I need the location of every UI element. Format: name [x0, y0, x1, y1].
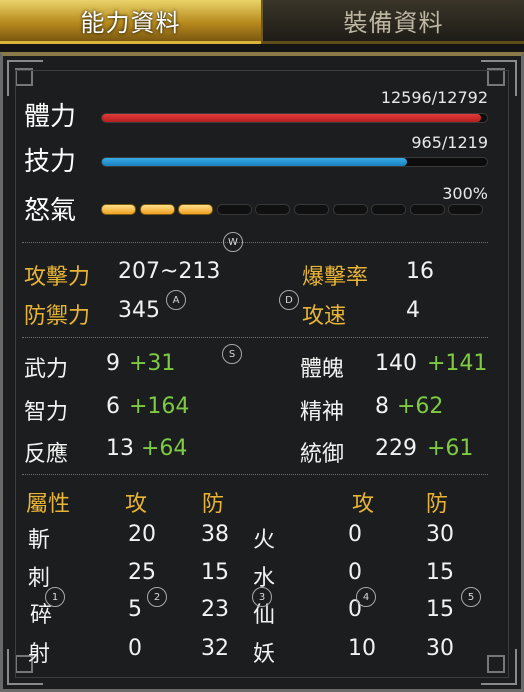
element-def: 30 — [426, 522, 454, 547]
attr-bonus: +62 — [397, 394, 444, 419]
sp-bar — [101, 157, 488, 167]
element-atk: 20 — [128, 522, 156, 547]
tab-equipment-info[interactable]: 裝備資料 — [261, 0, 524, 44]
rage-label: 怒氣 — [24, 196, 77, 226]
hotkey-w-badge[interactable]: W — [223, 232, 243, 252]
element-name: 刺 — [28, 566, 51, 591]
tab-bar: 能力資料 裝備資料 — [0, 0, 524, 48]
element-name: 射 — [28, 642, 51, 667]
element-name: 斬 — [28, 528, 51, 553]
element-def: 23 — [201, 597, 229, 622]
attack-value: 207~213 — [118, 259, 221, 284]
hp-bar-fill — [102, 114, 482, 122]
hotkey-s-badge[interactable]: S — [222, 344, 242, 364]
attack-label: 攻擊力 — [24, 265, 91, 290]
hp-label: 體力 — [24, 102, 77, 132]
rage-segment — [216, 204, 252, 215]
element-atk: 5 — [128, 597, 142, 622]
attr-base: 6 — [106, 394, 120, 419]
attr-base: 13 — [106, 436, 134, 461]
attr-label: 統御 — [300, 442, 345, 467]
rage-segment — [178, 204, 214, 215]
rage-segment — [448, 204, 484, 215]
element-def: 32 — [201, 636, 229, 661]
hotkey-3-badge[interactable]: 3 — [252, 587, 272, 607]
attr-bonus: +64 — [141, 436, 188, 461]
crit-value: 16 — [406, 259, 434, 284]
elements-header-title: 屬性 — [26, 492, 71, 517]
attr-base: 8 — [375, 394, 389, 419]
sp-bar-fill — [102, 158, 407, 166]
attr-bonus: +31 — [129, 351, 176, 376]
rage-segment — [409, 204, 445, 215]
hp-bar — [101, 113, 488, 123]
divider — [22, 474, 488, 475]
hotkey-4-badge[interactable]: 4 — [356, 587, 376, 607]
divider — [22, 337, 488, 338]
speed-label: 攻速 — [302, 304, 347, 329]
element-atk: 25 — [128, 560, 156, 585]
attr-label: 反應 — [24, 442, 69, 467]
attr-base: 9 — [106, 351, 120, 376]
element-def: 30 — [426, 636, 454, 661]
element-name: 妖 — [253, 642, 276, 667]
rage-segment — [332, 204, 368, 215]
elements-header-atk: 攻 — [125, 492, 148, 517]
rage-value: 300% — [442, 184, 488, 203]
element-def: 15 — [426, 597, 454, 622]
element-atk: 0 — [128, 636, 142, 661]
element-atk: 0 — [348, 560, 362, 585]
rage-segment — [139, 204, 175, 215]
element-name: 火 — [253, 528, 276, 553]
attr-label: 武力 — [24, 357, 69, 382]
rage-segment — [294, 204, 329, 215]
attr-base: 229 — [375, 436, 417, 461]
attr-base: 140 — [375, 351, 417, 376]
attr-label: 體魄 — [300, 357, 345, 382]
element-def: 38 — [201, 522, 229, 547]
attr-label: 精神 — [300, 400, 345, 425]
element-atk: 10 — [348, 636, 376, 661]
sp-value: 965/1219 — [411, 133, 488, 152]
attr-bonus: +61 — [427, 436, 474, 461]
speed-value: 4 — [406, 298, 420, 323]
elements-header-atk: 攻 — [352, 492, 375, 517]
defense-label: 防禦力 — [24, 304, 91, 329]
rage-segment — [255, 204, 291, 215]
hotkey-2-badge[interactable]: 2 — [147, 587, 167, 607]
element-atk: 0 — [348, 522, 362, 547]
element-def: 15 — [201, 560, 229, 585]
hotkey-a-badge[interactable]: A — [166, 290, 186, 310]
rage-segment — [371, 204, 407, 215]
crit-label: 爆擊率 — [302, 265, 369, 290]
tab-ability-info[interactable]: 能力資料 — [0, 0, 261, 44]
defense-value: 345 — [118, 298, 160, 323]
attr-bonus: +164 — [129, 394, 190, 419]
elements-header-def: 防 — [426, 492, 449, 517]
hotkey-5-badge[interactable]: 5 — [461, 587, 481, 607]
elements-header-def: 防 — [202, 492, 225, 517]
hotkey-1-badge[interactable]: 1 — [45, 587, 65, 607]
hp-value: 12596/12792 — [380, 88, 488, 107]
attr-label: 智力 — [24, 400, 69, 425]
hotkey-d-badge[interactable]: D — [279, 290, 299, 310]
sp-label: 技力 — [24, 147, 77, 177]
rage-segment — [101, 204, 136, 215]
divider — [22, 242, 488, 243]
attr-bonus: +141 — [427, 351, 488, 376]
element-def: 15 — [426, 560, 454, 585]
